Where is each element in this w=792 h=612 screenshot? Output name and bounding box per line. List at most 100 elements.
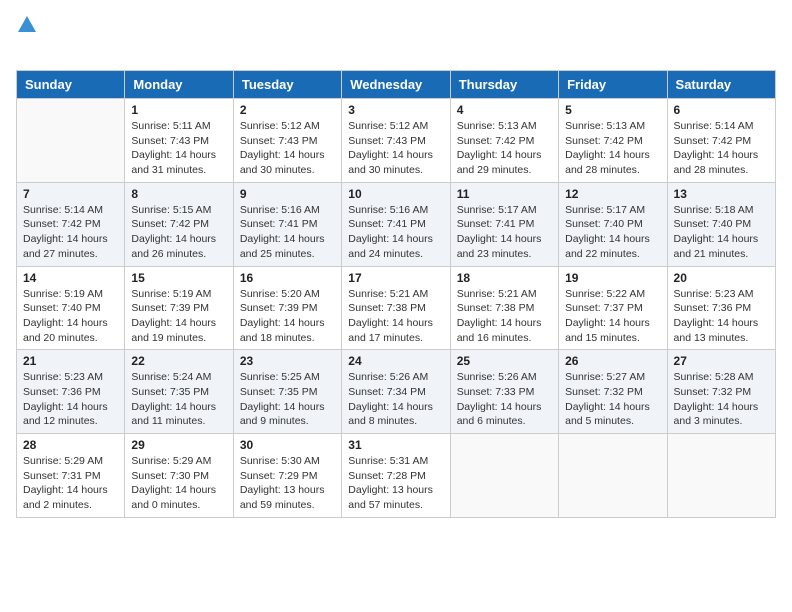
day-number: 10 (348, 187, 443, 201)
calendar-cell: 6Sunrise: 5:14 AM Sunset: 7:42 PM Daylig… (667, 99, 775, 183)
calendar-cell: 14 Sunrise: 5:19 AM Sunset: 7:40 PM Dayli… (17, 266, 125, 350)
day-number: 31 (348, 438, 443, 452)
day-number: 11 (457, 187, 552, 201)
calendar-cell: 3Sunrise: 5:12 AM Sunset: 7:43 PM Daylig… (342, 99, 450, 183)
day-detail: Sunrise: 5:29 AM Sunset: 7:30 PM Dayligh… (131, 454, 226, 513)
day-detail: Sunrise: 5:31 AM Sunset: 7:28 PM Dayligh… (348, 454, 443, 513)
calendar-cell: 12Sunrise: 5:17 AM Sunset: 7:40 PM Dayli… (559, 182, 667, 266)
header-sunday: Sunday (17, 71, 125, 99)
calendar-cell: 31 Sunrise: 5:31 AM Sunset: 7:28 PM Dayli… (342, 434, 450, 518)
calendar-cell: 4 Sunrise: 5:13 AM Sunset: 7:42 PM Daylig… (450, 99, 558, 183)
day-detail: Sunrise: 5:14 AM Sunset: 7:42 PM Dayligh… (674, 119, 769, 178)
day-number: 21 (23, 354, 118, 368)
header-thursday: Thursday (450, 71, 558, 99)
day-number: 1 (131, 103, 226, 117)
day-number: 30 (240, 438, 335, 452)
calendar-table: SundayMondayTuesdayWednesdayThursdayFrid… (16, 70, 776, 518)
day-number: 25 (457, 354, 552, 368)
day-number: 28 (23, 438, 118, 452)
day-number: 29 (131, 438, 226, 452)
day-detail: Sunrise: 5:29 AM Sunset: 7:31 PM Dayligh… (23, 454, 118, 513)
calendar-week-row: 14 Sunrise: 5:19 AM Sunset: 7:40 PM Dayli… (17, 266, 776, 350)
day-detail: Sunrise: 5:30 AM Sunset: 7:29 PM Dayligh… (240, 454, 335, 513)
calendar-cell: 1 Sunrise: 5:11 AM Sunset: 7:43 PM Daylig… (125, 99, 233, 183)
day-number: 24 (348, 354, 443, 368)
calendar-cell: 10 Sunrise: 5:16 AM Sunset: 7:41 PM Dayli… (342, 182, 450, 266)
logo (16, 16, 36, 62)
day-number: 5 (565, 103, 660, 117)
day-number: 26 (565, 354, 660, 368)
day-detail: Sunrise: 5:17 AM Sunset: 7:41 PM Dayligh… (457, 203, 552, 262)
calendar-week-row: 7 Sunrise: 5:14 AM Sunset: 7:42 PM Daylig… (17, 182, 776, 266)
day-number: 22 (131, 354, 226, 368)
day-detail: Sunrise: 5:16 AM Sunset: 7:41 PM Dayligh… (348, 203, 443, 262)
day-number: 14 (23, 271, 118, 285)
day-detail: Sunrise: 5:26 AM Sunset: 7:33 PM Dayligh… (457, 370, 552, 429)
day-detail: Sunrise: 5:14 AM Sunset: 7:42 PM Dayligh… (23, 203, 118, 262)
day-detail: Sunrise: 5:25 AM Sunset: 7:35 PM Dayligh… (240, 370, 335, 429)
day-detail: Sunrise: 5:20 AM Sunset: 7:39 PM Dayligh… (240, 287, 335, 346)
day-number: 9 (240, 187, 335, 201)
calendar-cell: 30 Sunrise: 5:30 AM Sunset: 7:29 PM Dayli… (233, 434, 341, 518)
day-number: 3 (348, 103, 443, 117)
day-detail: Sunrise: 5:19 AM Sunset: 7:40 PM Dayligh… (23, 287, 118, 346)
day-number: 27 (674, 354, 769, 368)
day-number: 17 (348, 271, 443, 285)
day-detail: Sunrise: 5:28 AM Sunset: 7:32 PM Dayligh… (674, 370, 769, 429)
calendar-cell: 21 Sunrise: 5:23 AM Sunset: 7:36 PM Dayli… (17, 350, 125, 434)
calendar-header-row: SundayMondayTuesdayWednesdayThursdayFrid… (17, 71, 776, 99)
calendar-cell: 28 Sunrise: 5:29 AM Sunset: 7:31 PM Dayli… (17, 434, 125, 518)
day-number: 13 (674, 187, 769, 201)
day-number: 20 (674, 271, 769, 285)
day-number: 16 (240, 271, 335, 285)
calendar-cell: 24 Sunrise: 5:26 AM Sunset: 7:34 PM Dayli… (342, 350, 450, 434)
day-number: 7 (23, 187, 118, 201)
day-detail: Sunrise: 5:12 AM Sunset: 7:43 PM Dayligh… (240, 119, 335, 178)
day-detail: Sunrise: 5:15 AM Sunset: 7:42 PM Dayligh… (131, 203, 226, 262)
calendar-cell: 9 Sunrise: 5:16 AM Sunset: 7:41 PM Daylig… (233, 182, 341, 266)
day-number: 4 (457, 103, 552, 117)
day-detail: Sunrise: 5:23 AM Sunset: 7:36 PM Dayligh… (23, 370, 118, 429)
day-detail: Sunrise: 5:21 AM Sunset: 7:38 PM Dayligh… (457, 287, 552, 346)
calendar-cell: 29 Sunrise: 5:29 AM Sunset: 7:30 PM Dayli… (125, 434, 233, 518)
day-detail: Sunrise: 5:13 AM Sunset: 7:42 PM Dayligh… (457, 119, 552, 178)
header-monday: Monday (125, 71, 233, 99)
day-detail: Sunrise: 5:16 AM Sunset: 7:41 PM Dayligh… (240, 203, 335, 262)
calendar-cell (667, 434, 775, 518)
calendar-cell: 13 Sunrise: 5:18 AM Sunset: 7:40 PM Dayli… (667, 182, 775, 266)
day-number: 2 (240, 103, 335, 117)
day-detail: Sunrise: 5:23 AM Sunset: 7:36 PM Dayligh… (674, 287, 769, 346)
header-wednesday: Wednesday (342, 71, 450, 99)
calendar-cell: 20 Sunrise: 5:23 AM Sunset: 7:36 PM Dayli… (667, 266, 775, 350)
day-number: 8 (131, 187, 226, 201)
calendar-week-row: 28 Sunrise: 5:29 AM Sunset: 7:31 PM Dayli… (17, 434, 776, 518)
header-friday: Friday (559, 71, 667, 99)
calendar-cell: 5 Sunrise: 5:13 AM Sunset: 7:42 PM Daylig… (559, 99, 667, 183)
calendar-cell: 22 Sunrise: 5:24 AM Sunset: 7:35 PM Dayli… (125, 350, 233, 434)
calendar-week-row: 1 Sunrise: 5:11 AM Sunset: 7:43 PM Daylig… (17, 99, 776, 183)
day-detail: Sunrise: 5:26 AM Sunset: 7:34 PM Dayligh… (348, 370, 443, 429)
calendar-cell: 7 Sunrise: 5:14 AM Sunset: 7:42 PM Daylig… (17, 182, 125, 266)
calendar-cell (559, 434, 667, 518)
day-detail: Sunrise: 5:17 AM Sunset: 7:40 PM Dayligh… (565, 203, 660, 262)
day-number: 23 (240, 354, 335, 368)
logo-wing-icon (18, 16, 36, 32)
day-detail: Sunrise: 5:24 AM Sunset: 7:35 PM Dayligh… (131, 370, 226, 429)
calendar-cell: 15Sunrise: 5:19 AM Sunset: 7:39 PM Dayli… (125, 266, 233, 350)
calendar-cell: 18 Sunrise: 5:21 AM Sunset: 7:38 PM Dayli… (450, 266, 558, 350)
calendar-cell: 8 Sunrise: 5:15 AM Sunset: 7:42 PM Daylig… (125, 182, 233, 266)
header-saturday: Saturday (667, 71, 775, 99)
day-number: 18 (457, 271, 552, 285)
day-detail: Sunrise: 5:11 AM Sunset: 7:43 PM Dayligh… (131, 119, 226, 178)
calendar-cell (450, 434, 558, 518)
calendar-cell: 2 Sunrise: 5:12 AM Sunset: 7:43 PM Daylig… (233, 99, 341, 183)
day-detail: Sunrise: 5:18 AM Sunset: 7:40 PM Dayligh… (674, 203, 769, 262)
calendar-cell: 11 Sunrise: 5:17 AM Sunset: 7:41 PM Dayli… (450, 182, 558, 266)
calendar-cell: 23 Sunrise: 5:25 AM Sunset: 7:35 PM Dayli… (233, 350, 341, 434)
calendar-cell: 17Sunrise: 5:21 AM Sunset: 7:38 PM Dayli… (342, 266, 450, 350)
calendar-cell: 19Sunrise: 5:22 AM Sunset: 7:37 PM Dayli… (559, 266, 667, 350)
calendar-cell: 27 Sunrise: 5:28 AM Sunset: 7:32 PM Dayli… (667, 350, 775, 434)
day-detail: Sunrise: 5:19 AM Sunset: 7:39 PM Dayligh… (131, 287, 226, 346)
day-detail: Sunrise: 5:13 AM Sunset: 7:42 PM Dayligh… (565, 119, 660, 178)
calendar-cell: 26Sunrise: 5:27 AM Sunset: 7:32 PM Dayli… (559, 350, 667, 434)
